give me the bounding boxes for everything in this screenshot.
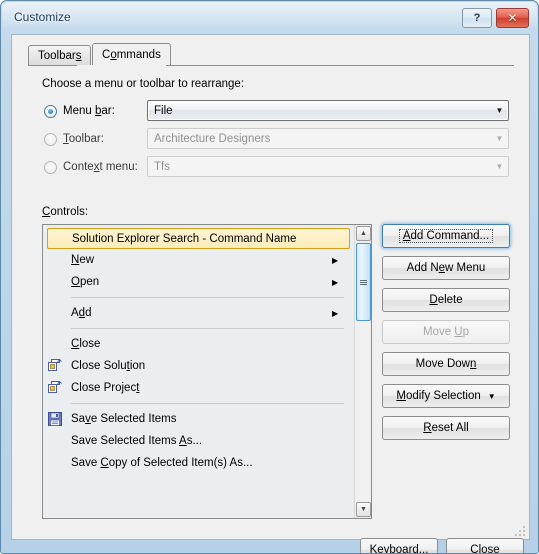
- item-icon-none: [43, 249, 71, 271]
- scroll-up-arrow-icon[interactable]: ▲: [356, 226, 371, 241]
- window-close-button[interactable]: ✕: [496, 8, 529, 28]
- add-command-button[interactable]: Add Command...: [382, 224, 510, 248]
- list-item[interactable]: Save Selected Items: [43, 408, 354, 430]
- radio-row-context-menu[interactable]: Context menu:: [44, 158, 138, 176]
- chevron-down-icon: ▼: [495, 161, 504, 171]
- keyboard-button-label: Keyboard...: [369, 544, 429, 554]
- move-down-button[interactable]: Move Down: [382, 352, 510, 376]
- add-command-button-label: Add Command...: [398, 229, 494, 243]
- list-item-label: Save Selected Items As...: [71, 435, 203, 447]
- radio-row-menu-bar[interactable]: Menu bar:: [44, 102, 115, 120]
- keyboard-button[interactable]: Keyboard...: [360, 538, 438, 554]
- move-up-button-label: Move Up: [422, 326, 470, 338]
- move-up-button: Move Up: [382, 320, 510, 344]
- list-item-label: Close: [71, 338, 101, 350]
- radio-toolbar[interactable]: [44, 132, 57, 146]
- tab-toolbars[interactable]: Toolbars: [28, 45, 92, 65]
- title-bar: Customize ? ✕: [1, 1, 538, 34]
- chevron-down-icon: ▼: [487, 391, 496, 401]
- list-item[interactable]: Close Solution: [43, 355, 354, 377]
- delete-button[interactable]: Delete: [382, 288, 510, 312]
- item-icon-none: [43, 271, 71, 293]
- toolbar-combo-value: Architecture Designers: [154, 132, 271, 145]
- list-item[interactable]: Save Copy of Selected Item(s) As...: [43, 452, 354, 474]
- dialog-client-area: Toolbars Commands Choose a menu or toolb…: [11, 34, 530, 553]
- item-icon-none: [43, 452, 71, 474]
- close-icon: ✕: [507, 11, 518, 25]
- list-separator: [43, 293, 354, 302]
- close-dialog-button[interactable]: Close: [446, 538, 524, 554]
- item-icon-none: [43, 430, 71, 452]
- list-item-label: Close Project: [71, 382, 140, 394]
- scrollbar-grip-icon: [360, 279, 367, 285]
- reset-all-button[interactable]: Reset All: [382, 416, 510, 440]
- radio-menu-bar[interactable]: [44, 104, 57, 118]
- move-down-button-label: Move Down: [415, 358, 477, 370]
- submenu-arrow-icon: ▶: [332, 277, 339, 287]
- chevron-down-icon[interactable]: ▼: [491, 106, 508, 115]
- window-title: Customize: [14, 10, 71, 24]
- list-item[interactable]: Add ▶: [43, 302, 354, 324]
- list-item-label: Open: [71, 276, 100, 288]
- menu-bar-combo[interactable]: File ▼: [147, 100, 509, 121]
- list-item-label: New: [71, 254, 95, 266]
- list-item-label: Save Selected Items: [71, 413, 177, 425]
- choose-menu-label: Choose a menu or toolbar to rearrange:: [42, 78, 245, 90]
- list-separator: [43, 324, 354, 333]
- close-window-icon: [43, 355, 71, 377]
- resize-grip-icon[interactable]: [514, 525, 526, 537]
- radio-menu-bar-label: Menu bar:: [63, 105, 115, 117]
- radio-toolbar-label: Toolbar:: [63, 133, 104, 145]
- list-item-label: Add: [71, 307, 92, 319]
- list-item[interactable]: Open ▶: [43, 271, 354, 293]
- menu-bar-combo-value: File: [154, 104, 173, 117]
- radio-context-menu[interactable]: [44, 160, 57, 174]
- context-menu-combo: Tfs ▼: [147, 156, 509, 177]
- tab-baseline-cover: [77, 65, 166, 66]
- modify-selection-button-label: Modify Selection: [396, 390, 481, 402]
- question-mark-icon: ?: [473, 12, 481, 24]
- modify-selection-button[interactable]: Modify Selection ▼: [382, 384, 510, 408]
- save-icon: [43, 408, 71, 430]
- add-new-menu-button-label: Add New Menu: [406, 262, 486, 274]
- submenu-arrow-icon: ▶: [332, 308, 339, 318]
- tab-strip: Toolbars Commands: [28, 43, 514, 66]
- reset-all-button-label: Reset All: [423, 422, 469, 434]
- list-item-label: Solution Explorer Search - Command Name: [72, 232, 297, 245]
- delete-button-label: Delete: [429, 294, 463, 306]
- controls-label: Controls:: [42, 206, 89, 218]
- item-icon-none: [43, 333, 71, 355]
- controls-list-items: Solution Explorer Search - Command Name …: [43, 225, 354, 518]
- tab-commands-label: Commands: [102, 48, 161, 61]
- add-new-menu-button[interactable]: Add New Menu: [382, 256, 510, 280]
- item-icon-none: [43, 302, 71, 324]
- list-item-label: Save Copy of Selected Item(s) As...: [71, 457, 253, 469]
- scrollbar-thumb[interactable]: [356, 243, 371, 321]
- list-separator: [43, 399, 354, 408]
- list-item[interactable]: Save Selected Items As...: [43, 430, 354, 452]
- list-scrollbar[interactable]: ▲ ▼: [354, 225, 371, 518]
- close-window-icon: [43, 377, 71, 399]
- radio-row-toolbar[interactable]: Toolbar:: [44, 130, 104, 148]
- controls-list-box[interactable]: Solution Explorer Search - Command Name …: [42, 224, 372, 519]
- toolbar-combo: Architecture Designers ▼: [147, 128, 509, 149]
- customize-dialog-window: Customize ? ✕ Toolbars Commands Choose a…: [0, 0, 539, 554]
- context-menu-combo-value: Tfs: [154, 160, 170, 173]
- close-dialog-button-label: Close: [470, 544, 500, 554]
- tab-toolbars-label: Toolbars: [38, 49, 82, 62]
- help-button[interactable]: ?: [462, 8, 492, 28]
- list-item[interactable]: Close: [43, 333, 354, 355]
- submenu-arrow-icon: ▶: [332, 255, 339, 265]
- commands-panel: Choose a menu or toolbar to rearrange: M…: [12, 66, 529, 553]
- list-item[interactable]: Solution Explorer Search - Command Name: [47, 228, 350, 249]
- list-item[interactable]: Close Project: [43, 377, 354, 399]
- tab-commands[interactable]: Commands: [92, 43, 171, 65]
- list-item[interactable]: New ▶: [43, 249, 354, 271]
- chevron-down-icon: ▼: [495, 133, 504, 143]
- list-item-label: Close Solution: [71, 360, 146, 372]
- radio-context-menu-label: Context menu:: [63, 161, 138, 173]
- scroll-down-arrow-icon[interactable]: ▼: [356, 502, 371, 517]
- item-icon-none: [48, 228, 72, 250]
